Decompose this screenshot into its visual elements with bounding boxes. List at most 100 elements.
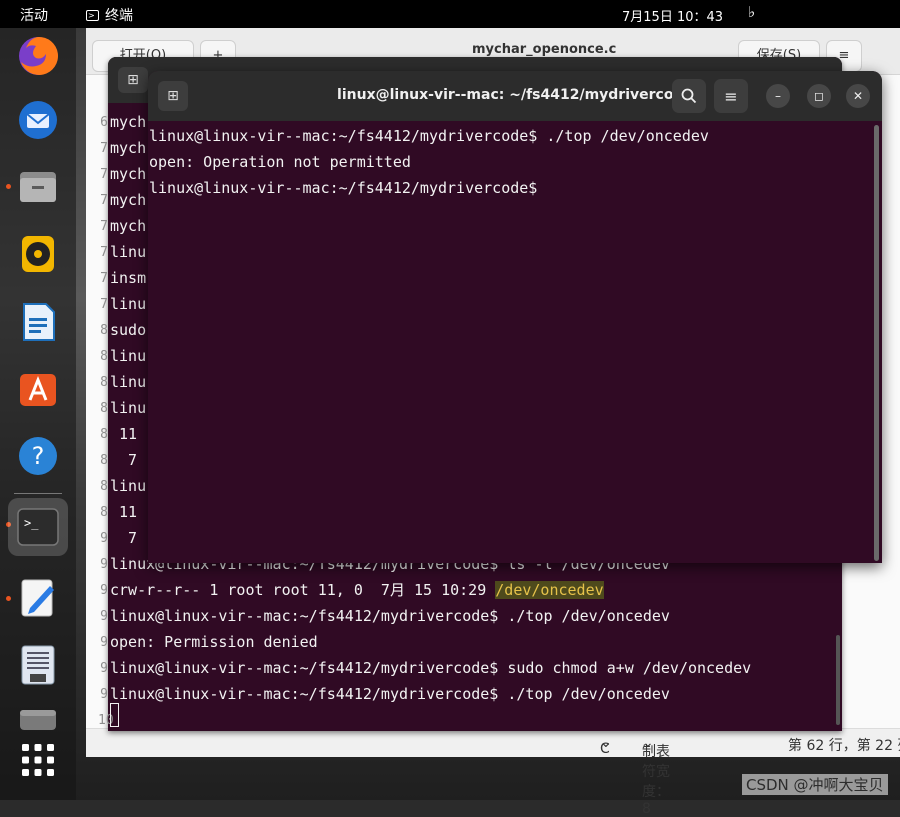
app-center-icon[interactable] — [14, 364, 62, 412]
terminal-line-text: insm — [110, 269, 147, 287]
terminal-line-text: linu — [110, 243, 147, 261]
gutter-line-number: 9 — [100, 661, 108, 676]
hamburger-menu-icon[interactable]: ≡ — [714, 79, 748, 113]
terminal-line-text: linux@linux-vir--mac:~/fs4412/mydriverco… — [110, 607, 670, 625]
notification-bell-icon[interactable]: ♭ — [748, 3, 755, 21]
terminal-line-text: linu — [110, 399, 147, 417]
terminal-line: mych — [110, 135, 146, 161]
terminal-line-text: linu — [110, 477, 147, 495]
terminal-line-text: mych — [110, 191, 147, 209]
terminal-line: insm — [110, 265, 146, 291]
gutter-line-number: 7 — [100, 167, 108, 182]
gutter-line-number: 9 — [100, 531, 108, 546]
terminal-line-text: linu — [110, 347, 147, 365]
terminal-line-text: mych — [110, 139, 147, 157]
search-icon[interactable] — [672, 79, 706, 113]
gutter-line-number: 9 — [100, 687, 108, 702]
terminal-line: linu — [110, 291, 146, 317]
terminal-line: mych — [110, 109, 146, 135]
drive-icon[interactable] — [14, 702, 62, 730]
highlighted-path: /dev/oncedev — [495, 581, 604, 599]
gutter-line-number: 7 — [100, 297, 108, 312]
gutter-line-number: 8 — [100, 453, 108, 468]
terminal-icon[interactable]: >_ — [8, 498, 68, 556]
terminal-line-text: mych — [110, 113, 147, 131]
terminal-line: 11 — [110, 421, 137, 447]
svg-text:?: ? — [32, 442, 45, 470]
terminal-line: linux@linux-vir--mac:~/fs4412/mydriverco… — [149, 179, 538, 197]
terminal-line: 7 — [110, 447, 137, 473]
gutter-line-number: 8 — [100, 401, 108, 416]
scrollbar[interactable] — [836, 635, 840, 725]
clock[interactable]: 7月15日 10：43 — [622, 6, 723, 25]
terminal-line: mych — [110, 187, 146, 213]
activities-button[interactable]: 活动 — [20, 5, 48, 25]
terminal-window-front[interactable]: ⊞ linux@linux-vir--mac: ~/fs4412/mydrive… — [148, 71, 882, 563]
terminal-line: open: Operation not permitted — [149, 153, 411, 171]
show-apps-icon[interactable] — [14, 736, 62, 784]
editor-statusbar: C ⌄ 制表符宽度：8 ⌄ 第 62 行，第 22 列 — [86, 728, 900, 817]
scrollbar[interactable] — [874, 125, 879, 561]
terminal-line-text: linux@linux-vir--mac:~/fs4412/mydriverco… — [110, 659, 752, 677]
terminal-line-text: open: Permission denied — [110, 633, 318, 651]
new-tab-icon[interactable]: ⊞ — [118, 67, 148, 93]
terminal-line: mych — [110, 213, 146, 239]
terminal-line-text: linu — [110, 295, 147, 313]
app-name: 终端 — [105, 8, 133, 24]
gutter-line-number: 8 — [100, 505, 108, 520]
terminal-line-text: 7 — [110, 529, 138, 547]
terminal-icon: > — [86, 9, 99, 21]
gutter-line-number: 6 — [100, 115, 108, 130]
gutter-line-number: 7 — [100, 193, 108, 208]
help-icon[interactable]: ? — [14, 432, 62, 480]
firefox-icon[interactable] — [14, 32, 62, 80]
close-icon[interactable]: ✕ — [846, 84, 870, 108]
terminal-output[interactable]: linux@linux-vir--mac:~/fs4412/mydriverco… — [148, 121, 882, 563]
gutter-line-number: 8 — [100, 323, 108, 338]
gutter-line-number: 10 — [98, 713, 114, 728]
terminal-line: crw-r--r-- 1 root root 11, 0 7月 15 10:29… — [110, 577, 604, 603]
libreoffice-writer-icon[interactable] — [14, 298, 62, 346]
gutter-line-number: 8 — [100, 479, 108, 494]
terminal-line: linu — [110, 473, 146, 499]
terminal-line: 11 — [110, 499, 137, 525]
gutter-line-number: 9 — [100, 557, 108, 572]
terminal-line: linux@linux-vir--mac:~/fs4412/mydriverco… — [149, 127, 709, 145]
archive-icon[interactable] — [14, 640, 62, 688]
cursor-position[interactable]: 第 62 行，第 22 列 — [788, 735, 900, 755]
terminal-line: mych — [110, 161, 146, 187]
terminal-line: open: Permission denied — [110, 629, 318, 655]
terminal-line: linux@linux-vir--mac:~/fs4412/mydriverco… — [110, 655, 751, 681]
maximize-icon[interactable]: ◻ — [807, 84, 831, 108]
gutter-line-number: 7 — [100, 141, 108, 156]
running-indicator — [6, 184, 11, 189]
terminal-line-text: 11 — [110, 425, 138, 443]
terminal-line-text: mych — [110, 165, 147, 183]
terminal-line: linu — [110, 343, 146, 369]
svg-text:>_: >_ — [24, 516, 39, 530]
terminal-line-text: linu — [110, 373, 147, 391]
rhythmbox-icon[interactable] — [14, 230, 62, 278]
editor-title: mychar_openonce.c — [472, 42, 617, 57]
language-selector[interactable]: C ⌄ — [600, 735, 612, 757]
text-editor-icon[interactable] — [14, 574, 62, 622]
gutter-line-number: 9 — [100, 635, 108, 650]
tab-width-selector[interactable]: 制表符宽度：8 ⌄ — [642, 735, 670, 817]
terminal-line-text: 7 — [110, 451, 138, 469]
dock-separator — [14, 493, 62, 494]
terminal-line: linu — [110, 239, 146, 265]
terminal-line-text: crw-r--r-- 1 root root 11, 0 7月 15 10:29 — [110, 581, 496, 599]
terminal-headerbar: ⊞ linux@linux-vir--mac: ~/fs4412/mydrive… — [148, 71, 882, 121]
terminal-line: linux@linux-vir--mac:~/fs4412/mydriverco… — [110, 681, 670, 707]
terminal-line: sudo — [110, 317, 146, 343]
terminal-line-text: 11 — [110, 503, 138, 521]
minimize-icon[interactable]: – — [766, 84, 790, 108]
watermark: CSDN @冲啊大宝贝 — [742, 774, 888, 795]
app-menu[interactable]: > 终端 — [86, 5, 133, 25]
terminal-line-text: sudo — [110, 321, 147, 339]
thunderbird-icon[interactable] — [14, 96, 62, 144]
gutter-line-number: 8 — [100, 427, 108, 442]
terminal-line-text: mych — [110, 217, 147, 235]
files-icon[interactable] — [14, 162, 62, 210]
terminal-line: linu — [110, 369, 146, 395]
